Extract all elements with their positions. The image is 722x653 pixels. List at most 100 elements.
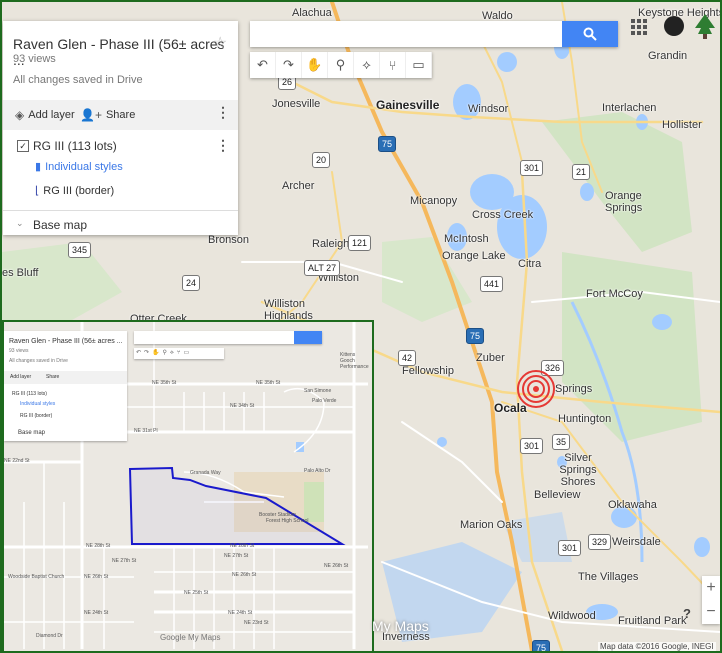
directions-icon[interactable]: ⑂ <box>380 52 406 78</box>
account-avatar[interactable] <box>664 16 684 36</box>
star-icon[interactable]: ☆ <box>213 33 227 53</box>
street-label: NE 35th St <box>256 380 281 386</box>
inset-google-logo: Google My Maps <box>160 633 221 642</box>
more-options-icon[interactable]: ⋮ <box>216 104 230 121</box>
place-label: Windsor <box>468 103 509 115</box>
place-label: Jonesville <box>272 98 321 110</box>
street-label: Diamond Dr <box>36 633 63 639</box>
street-label: NE 24th St <box>84 610 109 616</box>
view-count: 93 views <box>13 53 56 65</box>
zoom-out-button[interactable]: − <box>702 600 720 624</box>
styles-label: Individual styles <box>45 160 123 173</box>
map-attribution: Map data ©2016 Google, INEGI <box>598 642 716 651</box>
street-label: NE 22nd St <box>4 458 30 464</box>
place-label: Fruitland Park <box>618 615 687 627</box>
place-label: Belleview <box>534 489 581 501</box>
inset-save-status: All changes saved in Drive <box>9 358 68 364</box>
street-label: NE 27th St <box>224 553 249 559</box>
my-maps-watermark: My Maps <box>372 618 429 634</box>
place-label: Fellowship <box>402 365 454 377</box>
measure-ruler-icon[interactable]: ▭ <box>406 52 432 78</box>
place-label: Fort McCoy <box>586 288 643 300</box>
place-label: Interlachen <box>602 102 657 114</box>
panel-actions: ◈ Add layer 👤+ Share ⋮ <box>3 100 238 130</box>
street-label: Palo Verde <box>312 398 337 404</box>
apps-grid-icon[interactable] <box>630 18 648 36</box>
line-icon: ⌊ <box>35 185 40 197</box>
base-map-label: Base map <box>33 218 88 232</box>
add-layer-button[interactable]: ◈ Add layer <box>15 108 75 122</box>
save-status: All changes saved in Drive <box>13 74 143 86</box>
share-label: Share <box>105 109 136 121</box>
street-label: NE 34th St <box>230 403 255 409</box>
street-label: NE 28th St <box>230 543 255 549</box>
highway-shield: 42 <box>398 350 417 366</box>
individual-styles-link[interactable]: ▮ Individual styles <box>35 160 123 174</box>
inset-map-title: Raven Glen - Phase III (56± acres ... <box>9 338 123 345</box>
place-label: McIntosh <box>444 233 489 245</box>
inset-toolbar: ↶↷✋⚲⟡⑂▭ <box>134 348 224 359</box>
inset-actions: Add layer Share <box>4 371 127 384</box>
target-marker-icon[interactable] <box>516 369 556 409</box>
street-label: Granada Way <box>190 470 221 476</box>
inset-search-button <box>294 331 322 344</box>
poi-label: Woodside Baptist Church <box>8 574 65 580</box>
highway-shield: 329 <box>588 534 612 550</box>
layer-name: RG III (113 lots) <box>33 139 117 153</box>
place-label: Wildwood <box>548 610 596 622</box>
redo-icon[interactable]: ↷ <box>276 52 302 78</box>
place-label: Citra <box>518 258 542 270</box>
search-button[interactable] <box>562 21 618 47</box>
base-map-toggle[interactable]: ⌄ Base map <box>3 210 238 236</box>
inset-layer-name: RG III (113 lots) <box>12 391 47 397</box>
pan-hand-icon[interactable]: ✋ <box>302 52 328 78</box>
place-label: Marion Oaks <box>460 519 523 531</box>
help-button[interactable]: ? <box>678 605 696 623</box>
search-bar[interactable] <box>250 21 618 47</box>
highway-shield: 21 <box>572 164 591 180</box>
border-feature-item[interactable]: ⌊ RG III (border) <box>35 184 114 198</box>
highway-shield: 75 <box>532 640 551 651</box>
highway-shield: 75 <box>378 136 397 152</box>
chevron-down-icon: ⌄ <box>16 218 24 228</box>
zoom-in-button[interactable]: + <box>702 576 720 600</box>
map-toolbar: ↶ ↷ ✋ ⚲ ⟡ ⑂ ▭ <box>250 52 432 78</box>
zoom-control: + − <box>702 576 720 624</box>
map-frame: Alachua Waldo Keystone Heights Jonesvill… <box>0 0 722 653</box>
street-label: NE 26th St <box>84 574 109 580</box>
search-icon <box>583 27 597 41</box>
inset-layers-panel: Raven Glen - Phase III (56± acres ... 93… <box>4 331 127 441</box>
add-marker-icon[interactable]: ⚲ <box>328 52 354 78</box>
layers-panel: Raven Glen - Phase III (56± acres ... ☆ … <box>3 21 238 235</box>
inset-border-item: RG III (border) <box>20 413 53 419</box>
layer-item[interactable]: ✓ RG III (113 lots) <box>17 139 117 153</box>
layers-icon: ◈ <box>15 108 25 122</box>
highway-shield: 301 <box>558 540 582 556</box>
highway-shield: 345 <box>68 242 92 258</box>
place-label: Micanopy <box>410 195 458 207</box>
draw-line-icon[interactable]: ⟡ <box>354 52 380 78</box>
layer-options-icon[interactable]: ⋮ <box>216 137 230 154</box>
street-label: NE 26th St <box>232 572 257 578</box>
place-label: Silver Springs Shores <box>559 452 597 488</box>
place-label: Orange Springs <box>605 190 643 214</box>
highway-shield: 75 <box>466 328 485 344</box>
place-label: Zuber <box>476 352 505 364</box>
place-label: Springs <box>555 383 593 395</box>
place-label: Raleigh <box>312 238 350 250</box>
add-person-icon: 👤+ <box>80 108 102 122</box>
place-label: The Villages <box>578 571 639 583</box>
highway-shield: 121 <box>348 235 372 251</box>
place-label: Archer <box>282 180 315 192</box>
highway-shield: ALT 27 <box>304 260 341 276</box>
undo-icon[interactable]: ↶ <box>250 52 276 78</box>
layer-checkbox[interactable]: ✓ <box>17 140 29 152</box>
poi-label: Forest High School <box>266 518 309 524</box>
street-label: NE 28th St <box>86 543 111 549</box>
share-button[interactable]: 👤+ Share <box>80 108 135 122</box>
highway-shield: 35 <box>552 434 571 450</box>
place-label: Oklawaha <box>608 499 657 511</box>
street-label: NE 26th St <box>324 563 349 569</box>
place-label: Cross Creek <box>472 209 534 221</box>
inset-search-bar <box>134 331 322 344</box>
